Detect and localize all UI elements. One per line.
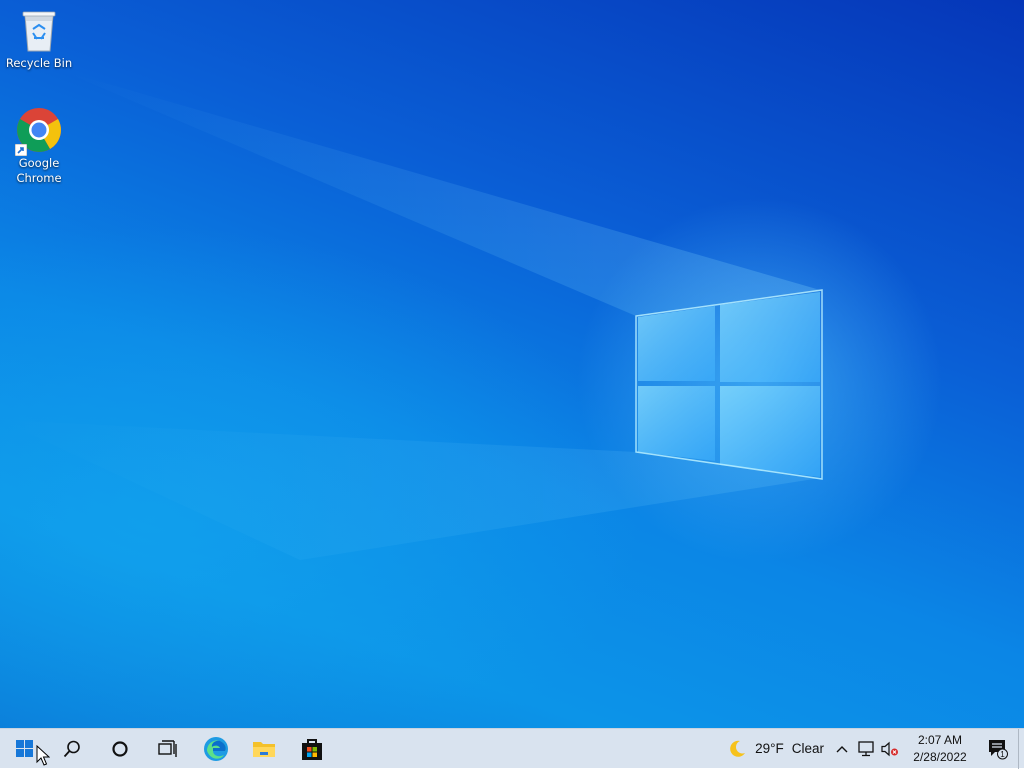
- cortana-icon: [112, 740, 128, 757]
- weather-condition: Clear: [791, 741, 824, 756]
- store-button[interactable]: [288, 729, 336, 769]
- action-center-button[interactable]: 1: [978, 729, 1018, 769]
- clock-date: 2/28/2022: [913, 749, 967, 764]
- search-button[interactable]: [48, 729, 96, 769]
- volume-button[interactable]: [878, 729, 902, 769]
- edge-icon: [204, 736, 228, 761]
- store-icon: [302, 738, 322, 760]
- desktop-background[interactable]: Recycle Bin Google Chrome: [0, 0, 1024, 728]
- start-button[interactable]: [0, 729, 48, 769]
- clock-time: 2:07 AM: [917, 732, 963, 747]
- wallpaper-light-beams: [0, 70, 823, 560]
- network-icon: [858, 740, 874, 756]
- desktop-icon-google-chrome[interactable]: Google Chrome: [1, 106, 77, 186]
- edge-button[interactable]: [192, 729, 240, 769]
- search-icon: [63, 740, 80, 757]
- task-view-button[interactable]: [144, 729, 192, 769]
- weather-temperature: 29°F: [755, 741, 784, 756]
- recycle-bin-label: Recycle Bin: [5, 56, 73, 70]
- clock[interactable]: 2:07 AM 2/28/2022: [902, 729, 978, 769]
- folder-icon: [253, 741, 275, 757]
- system-tray: 29°F Clear 2:07 AM 2/28/2022 1: [721, 728, 1024, 769]
- taskbar: 29°F Clear 2:07 AM 2/28/2022 1: [0, 728, 1024, 769]
- network-button[interactable]: [854, 729, 878, 769]
- show-hidden-icons-button[interactable]: [830, 729, 854, 769]
- notification-count: 1: [1000, 750, 1005, 759]
- recycle-bin-icon: [15, 6, 63, 54]
- shortcut-arrow-icon: [15, 144, 27, 156]
- volume-muted-icon: [881, 741, 898, 756]
- action-center-icon: 1: [989, 739, 1008, 759]
- windows-logo-icon: [15, 740, 33, 757]
- chevron-up-icon: [836, 745, 848, 752]
- show-desktop-button[interactable]: [1018, 728, 1024, 769]
- weather-widget[interactable]: 29°F Clear: [721, 729, 830, 769]
- chrome-icon: [15, 106, 63, 156]
- cortana-button[interactable]: [96, 729, 144, 769]
- file-explorer-button[interactable]: [240, 729, 288, 769]
- google-chrome-label: Google Chrome: [16, 156, 62, 185]
- moon-icon: [730, 740, 746, 757]
- desktop-icon-recycle-bin[interactable]: Recycle Bin: [1, 6, 77, 71]
- task-view-icon: [158, 739, 177, 757]
